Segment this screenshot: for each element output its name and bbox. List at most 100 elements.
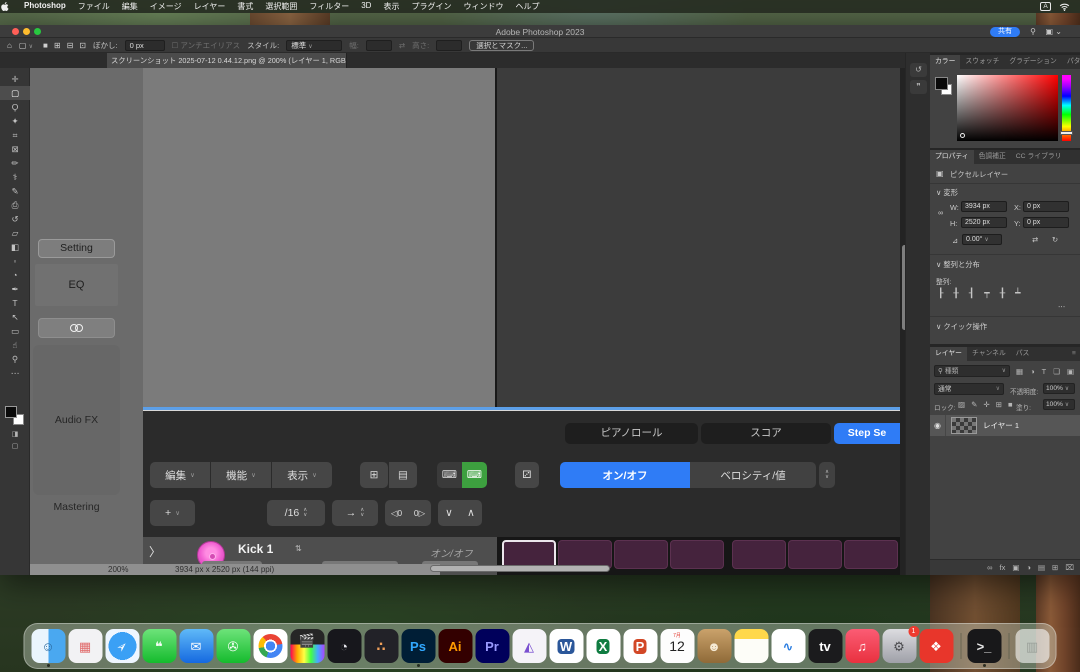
zoom-tool[interactable]: ⚲ [0, 352, 30, 366]
filter-shape-icon[interactable]: ❏ [1053, 367, 1060, 376]
move-tool[interactable]: ✛ [0, 72, 30, 86]
menu-item[interactable]: 表示 [377, 1, 405, 12]
foreground-color-swatch[interactable] [5, 406, 17, 418]
adjustment-layer-icon[interactable]: ◑ [1026, 563, 1031, 572]
panel-tab[interactable]: スウォッチ [960, 55, 1004, 69]
align-top-icon[interactable]: ┯ [984, 288, 989, 299]
dock-word[interactable]: W [549, 629, 583, 663]
zoom-level[interactable]: 200% [108, 565, 128, 574]
link-dimensions-icon[interactable]: ∞ [938, 208, 943, 217]
layer-row[interactable]: ◉ レイヤー 1 [930, 415, 1080, 436]
delete-layer-icon[interactable]: ⌧ [1065, 563, 1074, 572]
x-input[interactable]: 0 px [1023, 201, 1069, 212]
dock-notes[interactable] [734, 629, 768, 663]
feather-input[interactable]: 0 px [125, 40, 165, 51]
canvas[interactable]: Setting EQ Audio FX Mastering ピアノロール スコア… [30, 68, 905, 575]
menu-item[interactable]: ファイル [72, 1, 116, 12]
align-bottom-icon[interactable]: ┷ [1015, 288, 1020, 299]
panel-tab[interactable]: 色調補正 [974, 150, 1011, 164]
panel-tab[interactable]: チャンネル [967, 347, 1011, 361]
path-selection-tool[interactable]: ↖ [0, 310, 30, 324]
eyedropper-tool[interactable]: ✏ [0, 156, 30, 170]
search-icon[interactable]: ⚲ [1030, 27, 1036, 36]
filter-smart-icon[interactable]: ▣ [1067, 367, 1074, 376]
type-tool[interactable]: T [0, 296, 30, 310]
panel-tab[interactable]: グラデーション [1004, 55, 1061, 69]
transform-section-header[interactable]: ∨ 変形 [936, 188, 958, 198]
dock-contacts[interactable]: ☻ [697, 629, 731, 663]
link-layers-icon[interactable]: ∞ [987, 563, 992, 572]
eraser-tool[interactable]: ▱ [0, 226, 30, 240]
clone-stamp-tool[interactable]: ⎙ [0, 198, 30, 212]
layer-name[interactable]: レイヤー 1 [983, 420, 1019, 431]
color-gradient-picker[interactable] [957, 75, 1058, 141]
menu-item[interactable]: 編集 [116, 1, 144, 12]
dock-facetime[interactable]: ✇ [216, 629, 250, 663]
more-options-icon[interactable]: ⋯ [1058, 302, 1065, 311]
comments-icon[interactable]: ❞ [910, 80, 927, 94]
menu-item[interactable]: ウィンドウ [457, 1, 509, 12]
dock-terminal[interactable]: >_ [967, 629, 1001, 663]
dock-final-cut-pro[interactable]: 🎬 [290, 629, 324, 663]
layer-visibility-icon[interactable]: ◉ [930, 415, 946, 436]
align-center-h-icon[interactable]: ╂ [953, 288, 958, 299]
dock-safari[interactable]: ➢ [105, 629, 139, 663]
marquee-tool[interactable]: ▢ [0, 86, 30, 100]
dock-premiere-pro[interactable]: Pr [475, 629, 509, 663]
panel-tab[interactable]: プロパティ [930, 150, 974, 164]
color-swatches[interactable] [5, 406, 25, 426]
panel-menu-icon[interactable]: ≡ [1072, 347, 1080, 361]
frame-tool[interactable]: ⊠ [0, 142, 30, 156]
screen-mode-icon[interactable]: ▢ [0, 442, 30, 450]
pen-tool[interactable]: ✒ [0, 282, 30, 296]
intersect-selection-icon[interactable]: ⊡ [79, 41, 86, 50]
flip-horizontal-icon[interactable]: ⇄ [1032, 235, 1038, 244]
menu-item[interactable]: Photoshop [18, 1, 72, 12]
panel-tab[interactable]: パターン [1062, 55, 1080, 69]
brush-tool[interactable]: ✎ [0, 184, 30, 198]
align-right-icon[interactable]: ┨ [969, 288, 974, 299]
filter-adjustment-icon[interactable]: ◑ [1030, 367, 1035, 376]
lock-pixels-icon[interactable]: ✎ [971, 400, 977, 409]
panel-tab[interactable]: CC ライブラリ [1011, 150, 1067, 164]
angle-input[interactable]: 0.00° ∨ [962, 234, 1002, 245]
y-input[interactable]: 0 px [1023, 217, 1069, 228]
gradient-tool[interactable]: ◧ [0, 240, 30, 254]
workspace-switcher-icon[interactable]: ▣ ⌄ [1046, 27, 1062, 36]
layer-thumbnail[interactable] [951, 417, 977, 434]
dock-separator-1[interactable] [956, 629, 964, 663]
menu-item[interactable]: ヘルプ [509, 1, 545, 12]
horizontal-scrollbar[interactable] [430, 565, 610, 572]
dock-launchpad[interactable]: ▦ [68, 629, 102, 663]
blur-tool[interactable]: ◦ [0, 254, 30, 268]
tool-preset-icon[interactable]: ▢ ∨ [19, 41, 33, 50]
dock-curve-app[interactable]: ∿ [771, 629, 805, 663]
history-brush-tool[interactable]: ↺ [0, 212, 30, 226]
subtract-selection-icon[interactable]: ⊟ [67, 41, 74, 50]
align-left-icon[interactable]: ┠ [938, 288, 943, 299]
quick-actions-header[interactable]: ∨ クイック操作 [936, 322, 987, 332]
dock-music[interactable]: ♫ [845, 629, 879, 663]
blend-mode-select[interactable]: 通常∨ [934, 383, 1004, 395]
filter-type-icon[interactable]: T [1042, 367, 1047, 376]
panel-tab[interactable]: パス [1011, 347, 1035, 361]
dock-davinci-resolve[interactable]: ∴ [364, 629, 398, 663]
healing-brush-tool[interactable]: ⚕ [0, 170, 30, 184]
new-layer-icon[interactable]: ⊞ [1052, 563, 1058, 572]
menu-item[interactable]: 書式 [231, 1, 259, 12]
opacity-value[interactable]: 100% ∨ [1043, 383, 1075, 394]
object-selection-tool[interactable]: ✦ [0, 114, 30, 128]
dock-photoshop[interactable]: Ps [401, 629, 435, 663]
dock-finder[interactable]: ☺ [31, 629, 65, 663]
lasso-tool[interactable]: Ϙ [0, 100, 30, 114]
dock-illustrator[interactable]: Ai [438, 629, 472, 663]
share-button[interactable]: 共有 [990, 27, 1020, 37]
lock-position-icon[interactable]: ✛ [983, 400, 989, 409]
panel-tab[interactable]: カラー [930, 55, 960, 69]
dock-red-diamond-app[interactable]: ❖ [919, 629, 953, 663]
home-icon[interactable]: ⌂ [7, 41, 12, 50]
rectangle-tool[interactable]: ▭ [0, 324, 30, 338]
menu-item[interactable]: 選択範囲 [259, 1, 303, 12]
fill-value[interactable]: 100% ∨ [1043, 399, 1075, 410]
history-icon[interactable]: ↺ [910, 63, 927, 77]
